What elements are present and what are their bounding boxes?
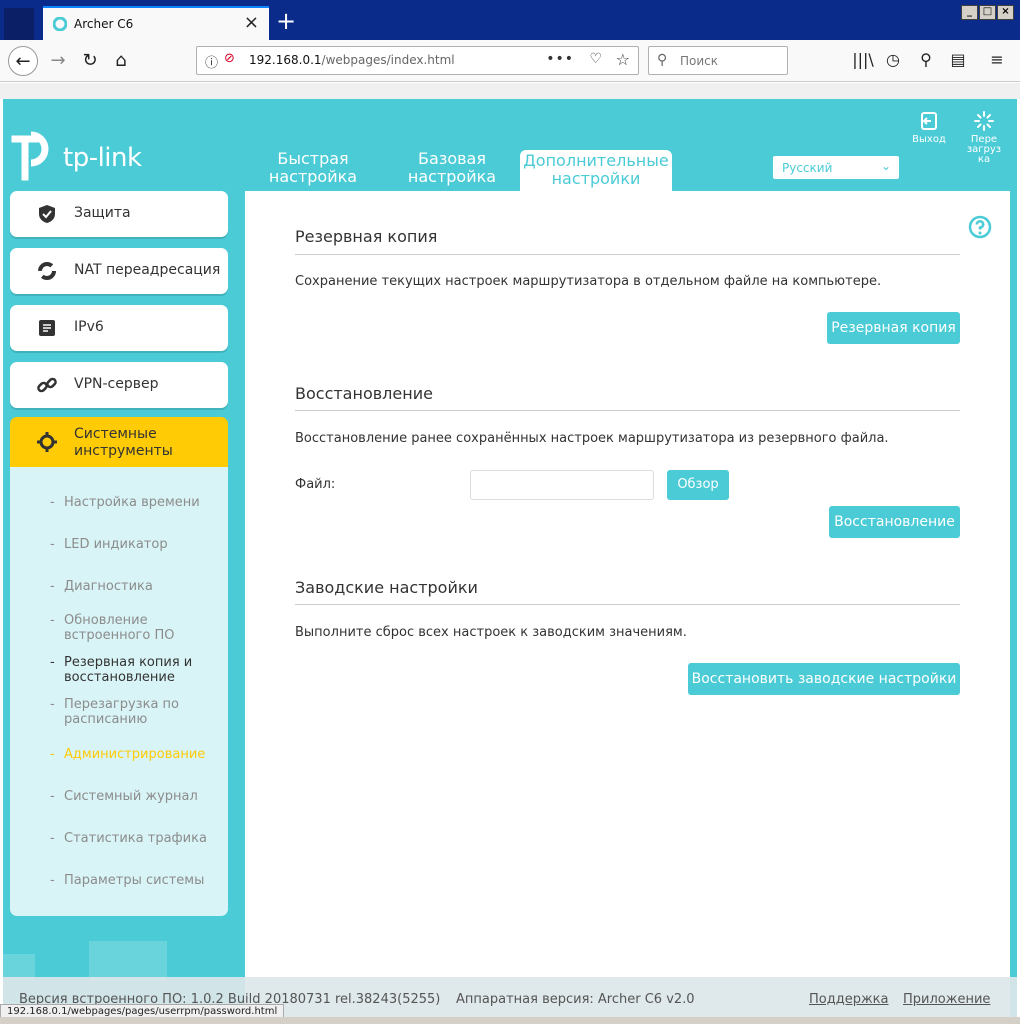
file-input[interactable]: [470, 470, 654, 500]
tab-close-icon[interactable]: ×: [244, 12, 259, 33]
search-icon: ⚲: [657, 52, 668, 68]
tplink-favicon-icon: [53, 17, 67, 31]
divider: [295, 254, 960, 255]
minimize-button[interactable]: _: [961, 5, 978, 20]
divider: [295, 604, 960, 605]
search-placeholder: Поиск: [680, 54, 719, 68]
browse-button[interactable]: Обзор: [667, 470, 729, 500]
help-icon[interactable]: [968, 215, 992, 239]
submenu-item-system-log[interactable]: - Системный журнал: [50, 789, 198, 804]
decor-block: [89, 941, 167, 981]
factory-description: Выполните сброс всех настроек к заводски…: [295, 625, 687, 640]
hardware-version: Аппаратная версия: Archer C6 v2.0: [456, 992, 695, 1007]
reboot-button[interactable]: Пере загруз ка: [963, 111, 1005, 165]
submenu-item-led[interactable]: - LED индикатор: [50, 537, 168, 552]
sidebar-item-vpn[interactable]: VPN-сервер: [10, 362, 228, 408]
tplink-logo-icon: [11, 131, 49, 181]
shield-icon: [39, 205, 55, 223]
logout-button[interactable]: Выход: [909, 111, 949, 145]
browser-tab[interactable]: Archer C6 ×: [43, 6, 269, 40]
submenu-item-reboot-schedule[interactable]: - Перезагрузка по расписанию: [50, 697, 179, 727]
new-tab-button[interactable]: +: [274, 6, 298, 36]
zoom-icon[interactable]: ⚲: [915, 50, 937, 69]
submenu-item-traffic-stats[interactable]: - Статистика трафика: [50, 831, 207, 846]
sidebar-item-security[interactable]: Защита: [10, 191, 228, 237]
submenu-item-time[interactable]: - Настройка времени: [50, 495, 200, 510]
system-menu[interactable]: [4, 8, 34, 40]
reload-button[interactable]: ↻: [75, 46, 105, 76]
router-page: tp-link Быстрая настройка Базовая настройк…: [3, 99, 1017, 1017]
window-controls: _ □ ×: [961, 5, 1014, 20]
browser-navbar: ← → ↻ ⌂ ⓘ ⊘ 192.168.0.1/webpages/index.h…: [0, 40, 1020, 82]
submenu-item-system-params[interactable]: - Параметры системы: [50, 873, 204, 888]
logo-text: tp-link: [63, 143, 142, 173]
logout-label: Выход: [912, 134, 946, 145]
link-icon: [37, 377, 57, 393]
home-button[interactable]: ⌂: [106, 46, 136, 76]
gear-icon: [37, 432, 57, 452]
backup-title: Резервная копия: [295, 227, 438, 246]
backup-button[interactable]: Резервная копия: [827, 312, 960, 344]
sidebar-icon[interactable]: ▤: [947, 50, 969, 69]
insecure-lock-icon[interactable]: ⊘: [224, 51, 235, 66]
tab-title: Archer C6: [74, 17, 134, 31]
menu-icon[interactable]: ≡: [986, 50, 1008, 69]
factory-title: Заводские настройки: [295, 578, 478, 597]
sidebar-item-nat[interactable]: NAT переадресация: [10, 248, 228, 294]
sidebar-item-label: Системные инструменты: [74, 426, 173, 459]
pocket-icon[interactable]: ♡: [589, 51, 602, 67]
sidebar-item-ipv6[interactable]: IPv6: [10, 305, 228, 351]
library-icon[interactable]: |||\: [852, 50, 874, 69]
language-value: Русский: [782, 161, 833, 175]
app-link[interactable]: Приложение: [903, 992, 990, 1007]
close-window-button[interactable]: ×: [997, 5, 1014, 20]
factory-reset-button[interactable]: Восстановить заводские настройки: [688, 663, 960, 695]
submenu-item-backup-restore[interactable]: - Резервная копия и восстановление: [50, 655, 192, 685]
file-label: Файл:: [295, 477, 336, 492]
window-frame-bottom: [0, 1017, 1020, 1024]
main-content: Резервная копия Сохранение текущих настр…: [245, 191, 1010, 1017]
sidebar-item-label: Защита: [74, 205, 131, 221]
sidebar-item-label: IPv6: [74, 319, 104, 335]
bookmark-star-icon[interactable]: ☆: [616, 50, 630, 69]
ipv6-icon: [39, 320, 55, 336]
search-input[interactable]: ⚲ Поиск: [648, 46, 788, 75]
submenu-item-administration[interactable]: - Администрирование: [50, 747, 205, 762]
restore-description: Восстановление ранее сохранённых настрое…: [295, 431, 889, 446]
tab-quick-setup[interactable]: Быстрая настройка: [260, 150, 366, 191]
logout-icon: [921, 112, 937, 130]
url-text[interactable]: 192.168.0.1/webpages/index.html: [249, 53, 455, 67]
tab-advanced[interactable]: Дополнительные настройки: [520, 150, 672, 192]
chevron-down-icon: ⌄: [880, 159, 891, 173]
forward-button[interactable]: →: [43, 46, 73, 76]
support-link[interactable]: Поддержка: [809, 992, 889, 1007]
page-actions-icon[interactable]: •••: [546, 51, 574, 67]
restore-title: Восстановление: [295, 384, 433, 403]
restore-button[interactable]: Восстановление: [829, 506, 960, 538]
reboot-label: Пере загруз ка: [966, 134, 1002, 165]
back-button[interactable]: ←: [8, 46, 38, 76]
tab-basic[interactable]: Базовая настройка: [401, 150, 503, 191]
maximize-button[interactable]: □: [979, 5, 996, 20]
history-icon[interactable]: ◷: [882, 50, 904, 69]
nat-icon: [38, 262, 56, 280]
submenu-item-diagnostics[interactable]: - Диагностика: [50, 579, 153, 594]
sidebar-item-label: NAT переадресация: [74, 262, 221, 278]
divider: [295, 410, 960, 411]
address-bar[interactable]: ⓘ ⊘ 192.168.0.1/webpages/index.html ••• …: [196, 46, 639, 75]
sidebar-item-system-tools[interactable]: Системные инструменты: [10, 417, 228, 467]
sidebar-item-label: VPN-сервер: [74, 376, 159, 392]
language-select[interactable]: Русский ⌄: [772, 155, 900, 180]
browser-titlebar: Archer C6 × + _ □ ×: [0, 0, 1020, 40]
submenu-system-tools: - Настройка времени - LED индикатор - Диагн…: [10, 467, 228, 916]
browser-separator: [0, 83, 1020, 99]
submenu-item-firmware[interactable]: - Обновление встроенного ПО: [50, 613, 174, 643]
info-icon[interactable]: ⓘ: [205, 52, 218, 71]
reboot-icon: [974, 111, 994, 131]
backup-description: Сохранение текущих настроек маршрутизато…: [295, 274, 882, 289]
